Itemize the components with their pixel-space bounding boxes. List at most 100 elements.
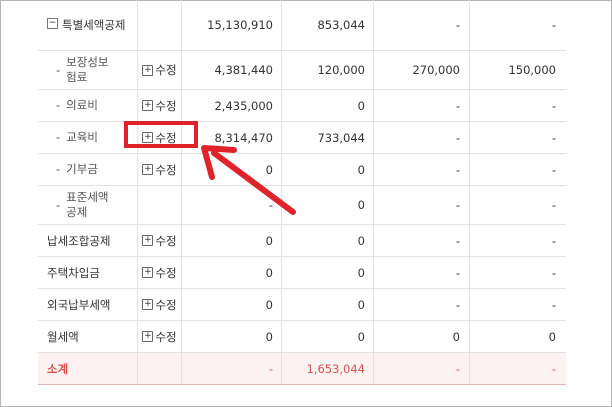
edit-cell [138,186,182,224]
row-label: - 의료비 [38,90,138,121]
value-cell: 0 [182,154,282,185]
highlight-box [124,121,198,148]
table-row: − 특별세액공제 15,130,910 853,044 - - [38,0,566,51]
value-cell: 0 [182,225,282,256]
value-cell: - [551,233,556,248]
row-label: 월세액 [38,321,138,352]
value-cell: - [374,289,470,320]
value-cell: 853,044 [282,0,374,50]
table-row: 주택차입금 + 수정 0 0 - - [38,257,566,289]
table-row: - 의료비 + 수정 2,435,000 0 - - [38,90,566,122]
value-cell: 15,130,910 [182,0,282,50]
edit-button[interactable]: + 수정 [142,233,177,249]
edit-button[interactable]: + 수정 [142,297,177,313]
value-cell: 0 [282,289,374,320]
value-cell: 0 [282,90,374,121]
edit-label: 수정 [155,329,177,344]
value-cell: - [374,90,470,121]
value-cell: - [374,225,470,256]
education-label: 교육비 [66,130,98,144]
edit-cell: + 수정 [138,90,182,121]
value-cell: 0 [548,329,556,344]
standard-deduction-line1: 표준세액 [66,190,109,204]
value-cell: 270,000 [374,51,470,89]
row-label: - 기부금 [38,154,138,185]
value-cell: - [551,198,556,212]
minus-box-icon[interactable]: − [47,18,58,29]
value-cell: 0 [182,289,282,320]
value-cell: - [374,122,470,153]
standard-deduction-line2: 공제 [66,205,88,219]
edit-label: 수정 [155,162,177,177]
value-cell: - [182,186,282,224]
value-cell: 0 [282,257,374,288]
insurance-label-line1: 보장성보 [66,55,109,69]
row-label: - 교육비 [38,122,138,153]
edit-cell: + 수정 [138,321,182,352]
value-cell: - [374,0,470,50]
plus-box-icon: + [142,235,154,246]
value-cell: 0 [282,321,374,352]
table-row: - 교육비 + 수정 8,314,470 733,044 - - [38,122,566,154]
edit-cell: + 수정 [138,225,182,256]
plus-box-icon: + [142,64,154,76]
donation-label: 기부금 [66,162,98,176]
edit-cell: + 수정 [138,154,182,185]
row-label: 외국납부세액 [38,289,138,320]
value-cell: - [551,297,556,312]
edit-label: 수정 [155,265,177,280]
special-deduction-label: 특별세액공제 [62,18,126,32]
row-label: 납세조합공제 [38,225,138,256]
insurance-label-line2: 험료 [66,70,88,84]
edit-button[interactable]: + 수정 [142,62,177,78]
value-cell: 0 [282,154,374,185]
edit-button[interactable]: + 수정 [142,98,177,114]
value-cell: - [374,154,470,185]
value-cell: - [551,265,556,280]
value-cell: 120,000 [282,51,374,89]
table-row: 납세조합공제 + 수정 0 0 - - [38,225,566,257]
table-row: - 표준세액 공제 - 0 - - [38,186,566,225]
value-cell: 2,435,000 [182,90,282,121]
row-label: - 표준세액 공제 [38,186,138,224]
edit-cell: + 수정 [138,289,182,320]
plus-box-icon: + [142,267,154,278]
table-row: 외국납부세액 + 수정 0 0 - - [38,289,566,321]
plus-box-icon: + [142,164,154,175]
subtotal-row: 소계 - 1,653,044 - - [38,353,566,385]
plus-box-icon: + [142,100,154,111]
value-cell: - [551,162,556,177]
value-cell: - [374,353,470,384]
value-cell: 0 [182,257,282,288]
table-row: 월세액 + 수정 0 0 0 0 [38,321,566,353]
edit-cell: + 수정 [138,51,182,89]
row-label: 주택차입금 [38,257,138,288]
edit-cell [138,353,182,384]
value-cell: 0 [182,321,282,352]
value-cell: 0 [282,186,374,224]
value-cell: 150,000 [508,63,556,77]
medical-label: 의료비 [66,98,98,112]
plus-box-icon: + [142,331,154,342]
value-cell: 1,653,044 [282,353,374,384]
value-cell: - [551,130,556,145]
value-cell: - [551,98,556,113]
table-row: - 보장성보 험료 + 수정 4,381,440 120,000 270,000 … [38,51,566,90]
row-label: - 보장성보 험료 [38,51,138,89]
edit-button[interactable]: + 수정 [142,162,177,178]
value-cell: - [374,186,470,224]
value-cell: - [551,361,556,376]
edit-button[interactable]: + 수정 [142,329,177,345]
value-cell: - [551,18,556,32]
edit-label: 수정 [155,233,177,248]
value-cell: 4,381,440 [182,51,282,89]
row-label: − 특별세액공제 [38,0,138,50]
edit-label: 수정 [155,98,177,113]
edit-label: 수정 [155,297,177,312]
edit-label: 수정 [155,63,177,77]
edit-cell: + 수정 [138,257,182,288]
edit-button[interactable]: + 수정 [142,265,177,281]
value-cell: 0 [374,321,470,352]
table-row: - 기부금 + 수정 0 0 - - [38,154,566,186]
subtotal-label: 소계 [38,353,138,384]
